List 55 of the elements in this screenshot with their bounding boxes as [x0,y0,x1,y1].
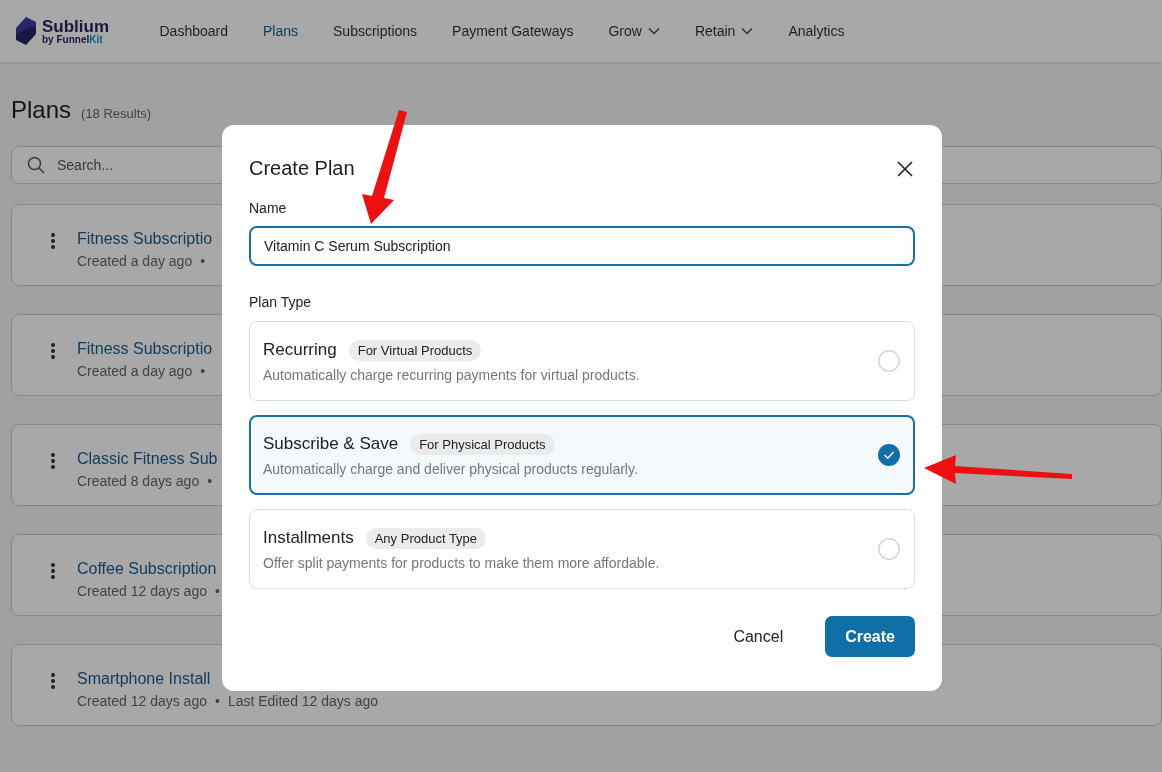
kebab-menu-icon[interactable] [50,342,56,360]
page-title: Plans [11,96,72,124]
logo-text: Sublium [42,17,110,35]
kebab-menu-icon[interactable] [50,562,56,580]
field-label: Plan Type [249,294,312,310]
radio-icon[interactable] [878,538,900,560]
plan-type-option[interactable]: Installments Any Product Type Offer split payments for products to make them more affordable. [249,509,915,589]
option-description: Automatically charge and deliver physical products regularly. [263,460,638,477]
create-button[interactable]: Create [825,616,915,657]
close-icon[interactable] [895,158,915,179]
result-count: (18 Results) [81,106,152,121]
option-tag: Any Product Type [365,527,487,549]
logo-tagline: by FunnelKit [42,34,104,45]
nav-item[interactable]: Analytics [770,11,862,51]
kebab-menu-icon[interactable] [50,672,56,690]
plan-type-option[interactable]: Subscribe & Save For Physical Products Automatically charge and deliver physical products regularly. [249,415,915,495]
option-description: Offer split payments for products to make them more affordable. [263,554,660,571]
plan-meta-text: Created a day ago [77,363,193,379]
kebab-menu-icon[interactable] [50,452,56,470]
plan-meta-text: • [200,363,206,379]
plan-type-option[interactable]: Recurring For Virtual Products Automatically charge recurring payments for virtual products. [249,321,915,401]
option-title: Recurring [263,340,337,360]
plan-meta-text: Created 12 days ago [77,693,207,709]
nav-item[interactable]: Subscriptions [315,11,435,51]
plan-meta-text: Created 12 days ago [77,583,207,599]
nav-item[interactable]: Plans [245,11,316,51]
option-tag: For Virtual Products [348,339,482,361]
logo-icon [14,16,38,46]
option-title: Subscribe & Save [263,434,399,454]
nav-item[interactable]: Payment Gateways [434,11,591,51]
kebab-menu-icon[interactable] [50,232,56,250]
plan-meta-text: • [207,473,213,489]
option-tag: For Physical Products [410,433,555,455]
plan-title-link[interactable]: Smartphone Install [77,670,211,688]
plan-meta-text: • [200,253,206,269]
cancel-button[interactable]: Cancel [713,616,804,657]
plan-meta-text: Created a day ago [77,253,193,269]
option-title: Installments [263,528,354,548]
nav-item[interactable]: Dashboard [142,11,246,51]
plan-title-link[interactable]: Fitness Subscriptio [77,340,213,358]
nav-item[interactable]: Retain [677,11,771,51]
plan-meta-text: Last Edited 12 days ago [227,693,379,709]
plan-meta-text: Created 8 days ago [77,473,200,489]
name-input-field[interactable]: Vitamin C Serum Subscription [249,226,915,266]
plan-title-link[interactable]: Fitness Subscriptio [77,230,213,248]
plan-title-link[interactable]: Classic Fitness Sub [77,450,218,468]
plan-meta-text: • [215,583,220,599]
radio-checked-icon[interactable] [878,444,900,466]
dialog-title: Create Plan [249,157,355,180]
option-description: Automatically charge recurring payments for virtual products. [263,366,640,383]
plan-title-link[interactable]: Coffee Subscription [77,560,217,578]
field-label: Name [249,200,288,216]
radio-icon[interactable] [878,350,900,372]
plan-meta-text: • [215,693,220,709]
nav-item[interactable]: Grow [590,11,678,51]
